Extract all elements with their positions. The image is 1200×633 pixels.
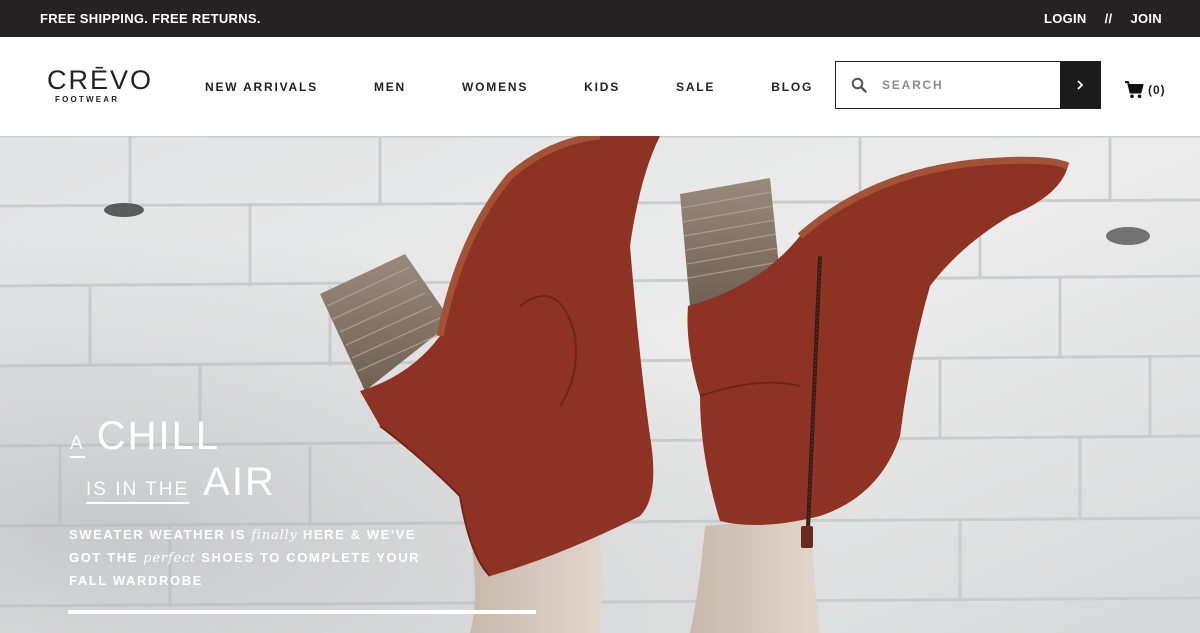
hero-divider <box>68 610 536 614</box>
headline-a: A <box>70 434 85 458</box>
logo-brand: CRĒVO <box>47 65 154 95</box>
nav-item-sale[interactable]: SALE <box>676 80 715 94</box>
headline-chill: CHILL <box>96 414 221 458</box>
subcopy-em-perfect: perfect <box>143 551 197 566</box>
search-submit-button[interactable] <box>1060 62 1100 108</box>
search-input[interactable] <box>882 62 1060 108</box>
nav-item-womens[interactable]: WOMENS <box>462 80 528 94</box>
hero-banner[interactable]: A CHILL IS IN THE AIR SWEATER WEATHER IS… <box>0 136 1200 633</box>
account-links: LOGIN // JOIN <box>1044 11 1162 26</box>
subcopy-part1: SWEATER WEATHER IS <box>69 527 252 542</box>
logo-subtitle: FOOTWEAR <box>55 95 120 104</box>
cart-icon <box>1125 81 1144 99</box>
site-header: CRĒVO FOOTWEAR NEW ARRIVALS MEN WOMENS K… <box>0 37 1200 136</box>
nav-item-new-arrivals[interactable]: NEW ARRIVALS <box>205 80 318 94</box>
main-nav: NEW ARRIVALS MEN WOMENS KIDS SALE BLOG <box>205 80 869 94</box>
search-box <box>835 61 1101 109</box>
search-icon <box>836 62 882 108</box>
nav-item-kids[interactable]: KIDS <box>584 80 620 94</box>
join-link[interactable]: JOIN <box>1130 11 1162 26</box>
hero-headline: A CHILL IS IN THE AIR <box>70 416 276 504</box>
promo-text: FREE SHIPPING. FREE RETURNS. <box>40 11 261 26</box>
subcopy-em-finally: finally <box>251 528 298 543</box>
logo[interactable]: CRĒVO FOOTWEAR <box>47 65 154 104</box>
hero-subcopy: SWEATER WEATHER IS finally HERE & WE'VE … <box>69 524 429 592</box>
chevron-right-icon <box>1077 80 1084 90</box>
cart-button[interactable]: (0) <box>1124 80 1166 99</box>
headline-air: AIR <box>203 460 276 504</box>
nav-item-men[interactable]: MEN <box>374 80 406 94</box>
announcement-bar: FREE SHIPPING. FREE RETURNS. LOGIN // JO… <box>0 0 1200 37</box>
login-link[interactable]: LOGIN <box>1044 11 1087 26</box>
cart-count: (0) <box>1148 82 1166 97</box>
headline-is-in-the: IS IN THE <box>86 480 190 504</box>
nav-item-blog[interactable]: BLOG <box>771 80 813 94</box>
account-separator: // <box>1104 11 1113 26</box>
